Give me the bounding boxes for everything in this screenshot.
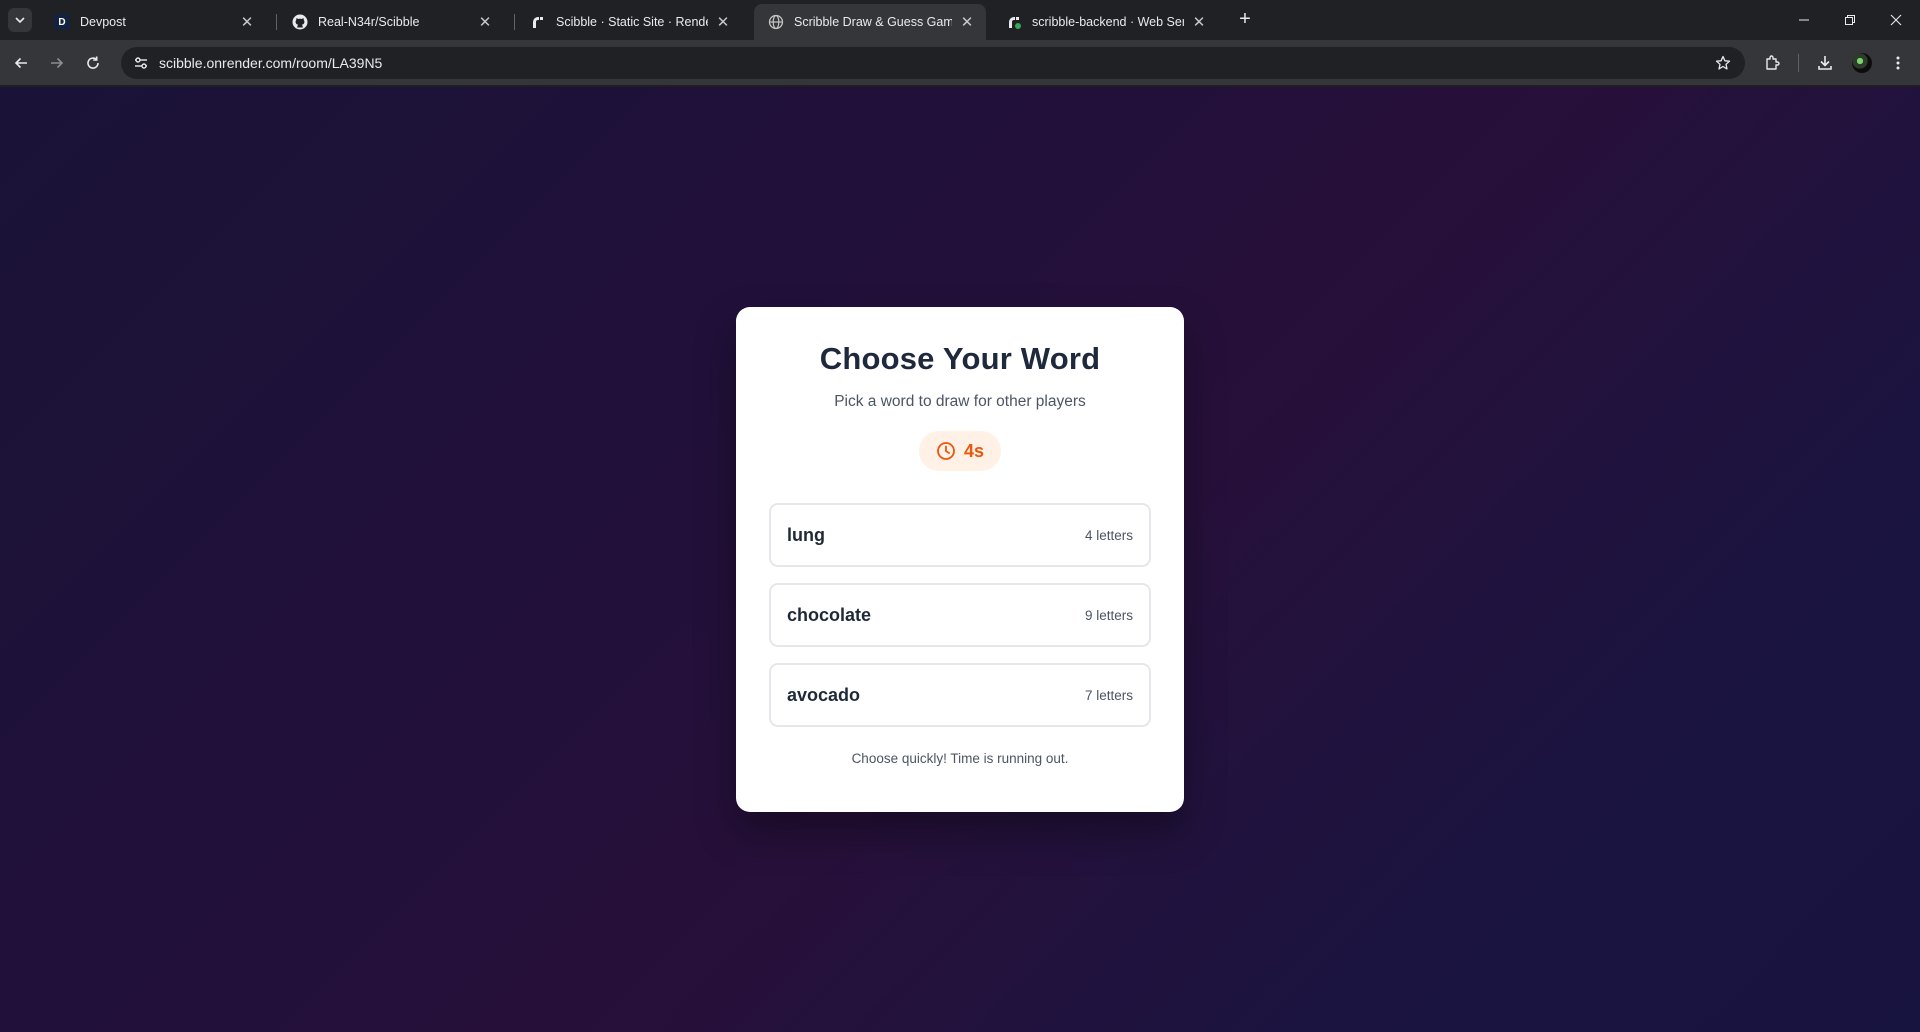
tab-render-static[interactable]: Scibble · Static Site · Render Da ✕ [516, 4, 742, 40]
tab-render-backend[interactable]: scribble-backend · Web Service ✕ [992, 4, 1218, 40]
downloads-button[interactable] [1813, 51, 1837, 75]
close-icon[interactable]: ✕ [1190, 13, 1208, 31]
tab-strip: D Devpost ✕ Real-N34r/Scibble ✕ Scibble … [0, 0, 1920, 40]
globe-icon [768, 14, 784, 30]
restore-button[interactable] [1827, 0, 1873, 40]
close-icon[interactable]: ✕ [476, 13, 494, 31]
profile-button[interactable] [1850, 51, 1874, 75]
arrow-left-icon [14, 57, 27, 69]
close-icon[interactable]: ✕ [238, 13, 256, 31]
word-text: avocado [787, 684, 861, 705]
word-choice-dialog: Choose Your Word Pick a word to draw for… [736, 307, 1184, 812]
tab-divider [514, 14, 515, 30]
tab-devpost[interactable]: D Devpost ✕ [40, 4, 266, 40]
browser-toolbar: scibble.onrender.com/room/LA39N5 [0, 40, 1920, 86]
forward-button[interactable] [45, 51, 69, 75]
github-icon [292, 14, 308, 30]
tab-search-button[interactable] [8, 8, 32, 32]
toolbar-divider [1798, 54, 1799, 72]
close-window-button[interactable] [1873, 0, 1919, 40]
clock-icon [937, 442, 955, 460]
new-tab-button[interactable]: + [1234, 9, 1256, 31]
arrow-right-icon [51, 57, 64, 69]
tab-label: scribble-backend · Web Service [1032, 15, 1184, 29]
minimize-button[interactable] [1781, 0, 1827, 40]
url-text[interactable]: scibble.onrender.com/room/LA39N5 [159, 55, 382, 71]
letter-count: 4 letters [1084, 527, 1133, 543]
word-option-avocado[interactable]: avocado 7 letters [769, 663, 1151, 727]
tab-label: Scribble Draw & Guess Game [794, 15, 952, 29]
tab-github[interactable]: Real-N34r/Scibble ✕ [278, 4, 504, 40]
page-background: Choose Your Word Pick a word to draw for… [0, 87, 1920, 1032]
puzzle-icon [1766, 55, 1780, 70]
menu-button[interactable] [1886, 51, 1910, 75]
reload-icon [87, 56, 99, 69]
address-bar[interactable]: scibble.onrender.com/room/LA39N5 [121, 47, 1745, 79]
letter-count: 9 letters [1084, 607, 1133, 623]
extensions-button[interactable] [1761, 51, 1785, 75]
restore-icon [1845, 15, 1855, 25]
render-icon [530, 14, 546, 30]
render-icon [1006, 14, 1022, 30]
word-text: chocolate [787, 604, 872, 625]
chevron-down-icon [15, 17, 25, 24]
word-option-chocolate[interactable]: chocolate 9 letters [769, 583, 1151, 647]
tab-label: Scibble · Static Site · Render Da [556, 15, 708, 29]
tab-divider [276, 14, 277, 30]
word-text: lung [787, 524, 825, 545]
dialog-footer-hint: Choose quickly! Time is running out. [851, 751, 1069, 766]
dialog-title: Choose Your Word [819, 341, 1101, 376]
timer-value: 4s [963, 440, 985, 461]
letter-count: 7 letters [1084, 687, 1133, 703]
word-option-lung[interactable]: lung 4 letters [769, 503, 1151, 567]
tab-scribble-game[interactable]: Scribble Draw & Guess Game ✕ [754, 4, 986, 40]
bookmark-star-icon[interactable] [1713, 53, 1733, 73]
minimize-icon [1799, 19, 1809, 21]
word-options: lung 4 letters chocolate 9 letters avoca… [769, 503, 1151, 727]
tab-label: Devpost [80, 15, 126, 29]
tab-label: Real-N34r/Scibble [318, 15, 420, 29]
more-vertical-icon [1896, 56, 1900, 70]
close-icon[interactable]: ✕ [714, 13, 732, 31]
reload-button[interactable] [81, 51, 105, 75]
back-button[interactable] [9, 51, 33, 75]
dialog-subtitle: Pick a word to draw for other players [834, 393, 1086, 410]
devpost-icon: D [54, 14, 70, 30]
close-icon [1890, 14, 1902, 26]
close-icon[interactable]: ✕ [958, 13, 976, 31]
site-info-icon[interactable] [129, 51, 153, 75]
download-icon [1818, 56, 1832, 70]
avatar [1852, 53, 1872, 73]
countdown-timer: 4s [919, 431, 1001, 471]
